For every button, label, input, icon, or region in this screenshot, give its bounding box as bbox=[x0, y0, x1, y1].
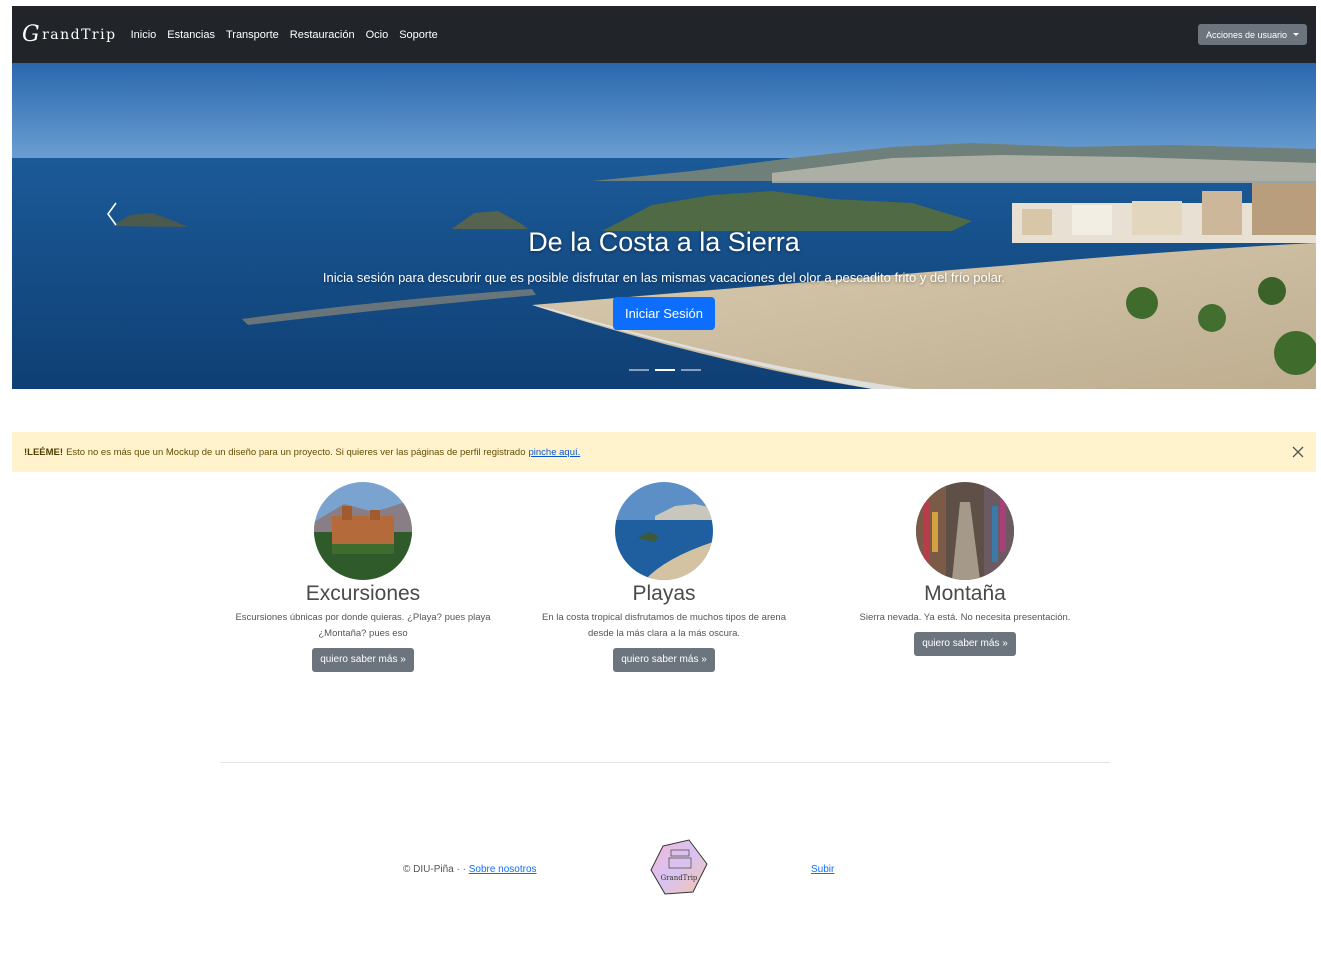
nav-link-restauracion[interactable]: Restauración bbox=[290, 29, 355, 41]
alert-strong: !LEÉME! bbox=[24, 446, 64, 458]
montana-text: Sierra nevada. Ya está. No necesita pres… bbox=[859, 612, 1071, 623]
alert-link[interactable]: pinche aquí. bbox=[529, 447, 581, 458]
nav-link-soporte[interactable]: Soporte bbox=[399, 29, 438, 41]
playas-text: En la costa tropical disfrutamos de much… bbox=[542, 612, 786, 639]
feature-excursiones: Excursiones Escursiones úbnicas por dond… bbox=[228, 482, 498, 672]
user-actions-label: Acciones de usuario bbox=[1205, 29, 1287, 40]
montana-more-button[interactable]: quiero saber más » bbox=[914, 632, 1016, 656]
back-to-top-link[interactable]: Subir bbox=[811, 864, 834, 875]
hero-carousel: De la Costa a la Sierra Inicia sesión pa… bbox=[12, 63, 1316, 389]
montana-title: Montaña bbox=[924, 582, 1006, 605]
excursiones-image bbox=[314, 482, 412, 580]
top-navbar: G randTrip Inicio Estancias Transporte R… bbox=[12, 6, 1316, 63]
brand-logo[interactable]: G randTrip bbox=[22, 21, 117, 47]
carousel-indicators bbox=[629, 369, 701, 371]
page: G randTrip Inicio Estancias Transporte R… bbox=[0, 0, 1321, 961]
nav-link-inicio[interactable]: Inicio bbox=[131, 29, 157, 41]
alert-text: Esto no es más que un Mockup de un diseñ… bbox=[66, 446, 526, 458]
playas-more-button[interactable]: quiero saber más » bbox=[613, 648, 715, 672]
carousel-indicator-1[interactable] bbox=[629, 369, 649, 371]
copyright-text: © DIU-Piña · · bbox=[403, 864, 469, 875]
chevron-left-icon bbox=[107, 202, 117, 226]
brand-name: randTrip bbox=[42, 26, 117, 43]
footer-logo[interactable]: GrandTrip bbox=[647, 836, 711, 900]
carousel-prev-button[interactable] bbox=[100, 199, 128, 229]
excursiones-text: Escursiones úbnicas por donde quieras. ¿… bbox=[235, 612, 491, 639]
nav-link-ocio[interactable]: Ocio bbox=[366, 29, 389, 41]
nav-links: Inicio Estancias Transporte Restauración… bbox=[131, 29, 438, 41]
footer-divider bbox=[220, 762, 1110, 763]
readme-alert: !LEÉME! Esto no es más que un Mockup de … bbox=[12, 432, 1316, 472]
montana-image bbox=[916, 482, 1014, 580]
user-actions-dropdown[interactable]: Acciones de usuario bbox=[1197, 24, 1307, 45]
footer-copyright: © DIU-Piña · · Sobre nosotros bbox=[403, 864, 537, 875]
playas-image bbox=[615, 482, 713, 580]
excursiones-title: Excursiones bbox=[305, 582, 421, 605]
hero-caption: De la Costa a la Sierra Inicia sesión pa… bbox=[12, 227, 1316, 330]
nav-link-transporte[interactable]: Transporte bbox=[226, 29, 279, 41]
playas-title: Playas bbox=[632, 582, 696, 605]
brand-initial: G bbox=[22, 21, 42, 47]
hero-title: De la Costa a la Sierra bbox=[528, 227, 800, 257]
about-us-link[interactable]: Sobre nosotros bbox=[469, 864, 537, 875]
close-icon bbox=[1292, 446, 1304, 458]
hero-subtitle: Inicia sesión para descubrir que es posi… bbox=[322, 270, 1006, 285]
alert-close-button[interactable] bbox=[1290, 444, 1306, 460]
login-button[interactable]: Iniciar Sesión bbox=[612, 297, 716, 330]
excursiones-more-button[interactable]: quiero saber más » bbox=[312, 648, 414, 672]
logo-text: GrandTrip bbox=[661, 874, 698, 882]
carousel-indicator-2[interactable] bbox=[655, 369, 675, 371]
carousel-indicator-3[interactable] bbox=[681, 369, 701, 371]
grandtrip-logo-icon: GrandTrip bbox=[650, 839, 708, 895]
feature-playas: Playas En la costa tropical disfrutamos … bbox=[529, 482, 799, 672]
caret-down-icon bbox=[1293, 33, 1299, 36]
hero-beach-image bbox=[12, 63, 1316, 389]
feature-montana: Montaña Sierra nevada. Ya está. No neces… bbox=[830, 482, 1100, 656]
nav-link-estancias[interactable]: Estancias bbox=[167, 29, 215, 41]
